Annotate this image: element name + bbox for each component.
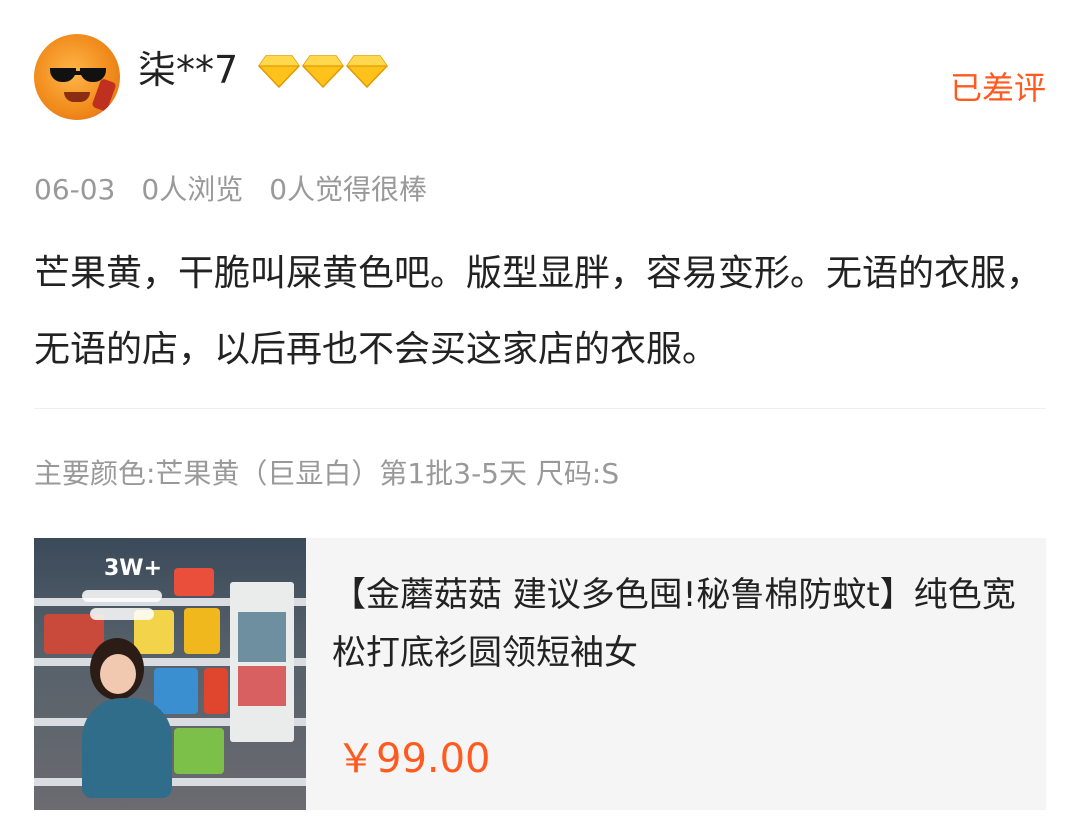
view-count: 0人浏览 — [141, 173, 244, 206]
review-date: 06-03 — [34, 173, 116, 206]
review-meta: 06-03 0人浏览 0人觉得很棒 — [34, 170, 427, 210]
review-text: 芒果黄，干脆叫屎黄色吧。版型显胖，容易变形。无语的衣服，无语的店，以后再也不会买… — [34, 253, 1043, 370]
sku-info: 主要颜色:芒果黄（巨显白）第1批3-5天 尺码:S — [34, 457, 620, 490]
product-title[interactable]: 【金蘑菇菇 建议多色囤!秘鲁棉防蚊t】纯色宽松打底衫圆领短袖女 — [332, 566, 1022, 682]
avatar-mouth — [64, 92, 90, 102]
product-card[interactable]: 3W+ 【金蘑菇菇 建议多色囤!秘鲁棉防蚊t】纯色宽松打底衫圆领短袖女 ￥99.… — [34, 538, 1046, 810]
image-badge-text: 3W+ — [104, 556, 163, 581]
diamond-icon — [346, 55, 388, 88]
divider — [34, 408, 1046, 409]
user-avatar[interactable] — [34, 34, 120, 120]
like-count: 0人觉得很棒 — [269, 173, 428, 206]
product-image[interactable]: 3W+ — [34, 538, 306, 810]
product-price: ￥99.00 — [336, 736, 491, 782]
member-level-badges — [258, 54, 388, 88]
username[interactable]: 柒**7 — [138, 46, 238, 94]
microphone-graphic — [91, 78, 117, 112]
review-status-label: 已差评 — [949, 69, 1046, 107]
diamond-icon — [302, 55, 344, 88]
diamond-icon — [258, 55, 300, 88]
